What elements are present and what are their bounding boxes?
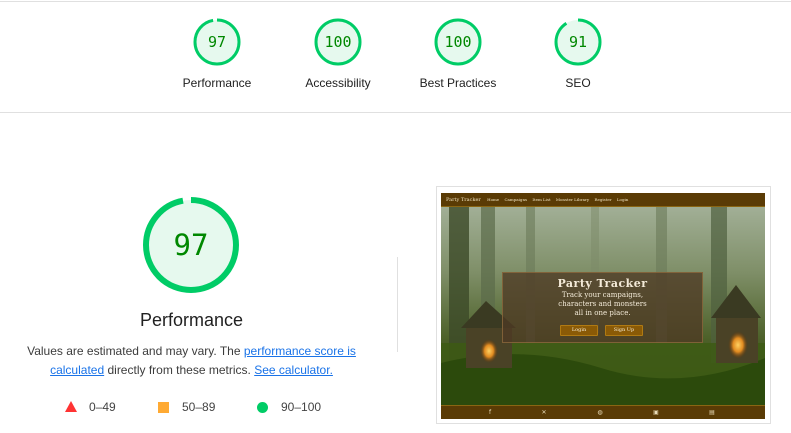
desc-text: directly from these metrics. xyxy=(104,363,255,377)
page-screenshot[interactable]: Party Tracker Home Campaigns Item List M… xyxy=(436,186,771,424)
average-square-icon xyxy=(158,402,169,413)
see-calculator-link[interactable]: See calculator. xyxy=(254,363,333,377)
site-hero-card: Party Tracker Track your campaigns, char… xyxy=(502,272,703,343)
site-login-button: Login xyxy=(560,325,598,336)
gauge-score: 97 xyxy=(207,33,227,51)
site-nav-link: Monster Library xyxy=(555,197,590,202)
twitch-icon: ▤ xyxy=(709,409,715,416)
site-nav-link: Home xyxy=(487,197,500,202)
gauge-label: SEO xyxy=(565,76,591,90)
legend-range: 50–89 xyxy=(182,400,216,414)
legend-pass: 90–100 xyxy=(257,399,347,415)
site-nav-link: Register xyxy=(594,197,612,202)
main-score: 97 xyxy=(173,228,209,262)
legend-fail: 0–49 xyxy=(65,399,145,415)
score-description: Values are estimated and may vary. The p… xyxy=(20,342,363,380)
vertical-divider xyxy=(397,257,398,352)
site-brand: Party Tracker xyxy=(446,197,481,203)
gauge-label: Best Practices xyxy=(419,76,497,90)
reddit-icon: ▣ xyxy=(653,409,659,416)
discord-icon: ◍ xyxy=(597,409,603,416)
main-gauge: 97 xyxy=(120,195,262,295)
main-category-title: Performance xyxy=(139,310,244,330)
gauge-score: 100 xyxy=(444,33,472,51)
site-hero-title: Party Tracker xyxy=(557,277,648,290)
x-icon: ✕ xyxy=(541,409,547,416)
gauge-score: 100 xyxy=(324,33,352,51)
fail-triangle-icon xyxy=(65,401,77,412)
site-hero-subtitle: Track your campaigns, characters and mon… xyxy=(558,291,647,317)
desc-text: Values are estimated and may vary. The xyxy=(27,344,244,358)
header-divider xyxy=(0,112,791,113)
gauge-performance[interactable]: 97 Performance xyxy=(157,17,277,90)
category-gauges: 97 Performance 100 Accessibility 100 Bes… xyxy=(0,0,791,112)
gauge-label: Accessibility xyxy=(305,76,371,90)
gauge-best-practices[interactable]: 100 Best Practices xyxy=(398,17,518,90)
legend-average: 50–89 xyxy=(158,399,238,415)
site-nav-link: Campaigns xyxy=(504,197,528,202)
site-nav-link: Login xyxy=(616,197,629,202)
gauge-accessibility[interactable]: 100 Accessibility xyxy=(278,17,398,90)
legend-range: 90–100 xyxy=(281,400,322,414)
gauge-label: Performance xyxy=(182,76,252,90)
site-signup-button: Sign Up xyxy=(605,325,643,336)
facebook-icon: f xyxy=(488,409,492,416)
site-footer: f ✕ ◍ ▣ ▤ xyxy=(441,405,765,419)
pass-circle-icon xyxy=(257,402,268,413)
legend-range: 0–49 xyxy=(89,400,116,414)
site-nav-link: Item List xyxy=(532,197,551,202)
screenshot-viewport: Party Tracker Home Campaigns Item List M… xyxy=(441,193,765,419)
gauge-score: 91 xyxy=(568,33,588,51)
gauge-seo[interactable]: 91 SEO xyxy=(518,17,638,90)
site-navbar: Party Tracker Home Campaigns Item List M… xyxy=(441,193,765,207)
